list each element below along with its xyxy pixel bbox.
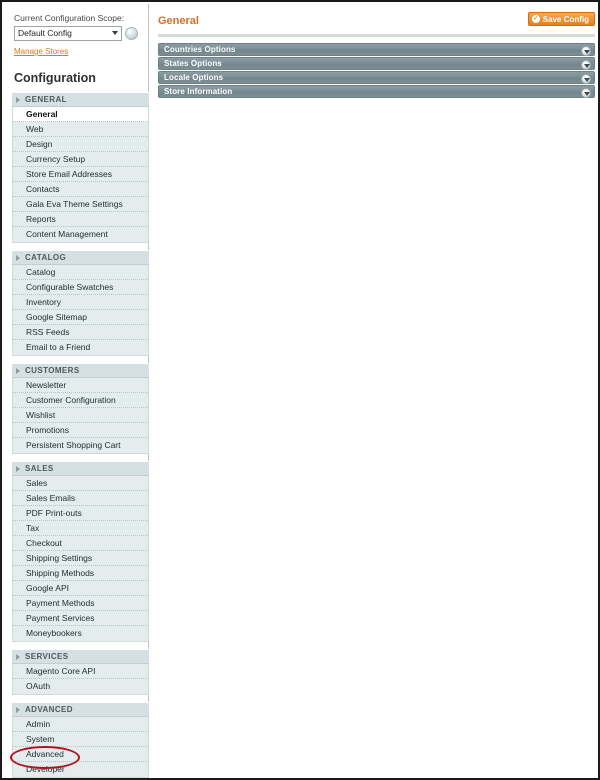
section-bar-locale-options[interactable]: Locale Options bbox=[158, 71, 595, 84]
sidebar-item-wishlist[interactable]: Wishlist bbox=[13, 408, 148, 423]
config-section-list: Countries Options States Options Locale Op… bbox=[158, 43, 595, 98]
sidebar-item-developer[interactable]: Developer bbox=[13, 762, 148, 777]
sidebar-item-customer-configuration[interactable]: Customer Configuration bbox=[13, 393, 148, 408]
sidebar-item-payment-methods[interactable]: Payment Methods bbox=[13, 596, 148, 611]
nav-item-list: Sales Sales Emails PDF Print-outs Tax Checko… bbox=[12, 476, 149, 642]
nav-section-sales[interactable]: SALES bbox=[12, 461, 149, 476]
nav-section-label: GENERAL bbox=[25, 95, 67, 104]
scope-select-value: Default Config bbox=[18, 28, 72, 38]
sidebar-item-content-management[interactable]: Content Management bbox=[13, 227, 148, 242]
nav-section-general[interactable]: GENERAL bbox=[12, 92, 149, 107]
chevron-down-icon[interactable] bbox=[581, 59, 591, 70]
sidebar-item-moneybookers[interactable]: Moneybookers bbox=[13, 626, 148, 641]
section-bar-label: Locale Options bbox=[164, 73, 224, 82]
sidebar-item-promotions[interactable]: Promotions bbox=[13, 423, 148, 438]
sidebar-item-shipping-settings[interactable]: Shipping Settings bbox=[13, 551, 148, 566]
sidebar-item-oauth[interactable]: OAuth bbox=[13, 679, 148, 694]
chevron-down-icon[interactable] bbox=[581, 87, 591, 98]
triangle-right-icon bbox=[16, 96, 20, 103]
nav-section-advanced[interactable]: ADVANCED bbox=[12, 702, 149, 717]
page-heading-configuration: Configuration bbox=[14, 71, 96, 85]
nav-section-services[interactable]: SERVICES bbox=[12, 649, 149, 664]
chevron-down-icon[interactable] bbox=[581, 45, 591, 56]
help-globe-icon[interactable] bbox=[125, 27, 138, 40]
triangle-right-icon bbox=[16, 465, 20, 472]
save-config-button[interactable]: ✓ Save Config bbox=[527, 12, 595, 26]
section-bar-label: States Options bbox=[164, 59, 222, 68]
sidebar-item-shipping-methods[interactable]: Shipping Methods bbox=[13, 566, 148, 581]
triangle-right-icon bbox=[16, 653, 20, 660]
sidebar-item-design[interactable]: Design bbox=[13, 137, 148, 152]
app-window: Current Configuration Scope: Default Con… bbox=[0, 0, 600, 780]
scope-label: Current Configuration Scope: bbox=[14, 13, 125, 23]
sidebar-item-gala-eva-theme-settings[interactable]: Gala Eva Theme Settings bbox=[13, 197, 148, 212]
section-bar-label: Store Information bbox=[164, 87, 233, 96]
sidebar-item-pdf-print-outs[interactable]: PDF Print-outs bbox=[13, 506, 148, 521]
sidebar-item-admin[interactable]: Admin bbox=[13, 717, 148, 732]
sidebar-item-payment-services[interactable]: Payment Services bbox=[13, 611, 148, 626]
sidebar-item-advanced[interactable]: Advanced bbox=[13, 747, 148, 762]
scope-row: Default Config bbox=[14, 26, 142, 41]
nav-item-list: General Web Design Currency Setup Store Emai… bbox=[12, 107, 149, 243]
sidebar-item-sales[interactable]: Sales bbox=[13, 476, 148, 491]
sidebar-item-rss-feeds[interactable]: RSS Feeds bbox=[13, 325, 148, 340]
triangle-right-icon bbox=[16, 254, 20, 261]
triangle-right-icon bbox=[16, 367, 20, 374]
manage-stores-link[interactable]: Manage Stores bbox=[14, 47, 68, 56]
sidebar-item-inventory[interactable]: Inventory bbox=[13, 295, 148, 310]
nav-section-label: CATALOG bbox=[25, 253, 67, 262]
nav-item-list: Newsletter Customer Configuration Wishlist… bbox=[12, 378, 149, 454]
sidebar-item-currency-setup[interactable]: Currency Setup bbox=[13, 152, 148, 167]
nav-section-label: SERVICES bbox=[25, 652, 69, 661]
sidebar: Current Configuration Scope: Default Con… bbox=[4, 4, 149, 778]
nav-item-list: Magento Core API OAuth bbox=[12, 664, 149, 695]
sidebar-item-contacts[interactable]: Contacts bbox=[13, 182, 148, 197]
section-bar-states-options[interactable]: States Options bbox=[158, 57, 595, 70]
sidebar-item-checkout[interactable]: Checkout bbox=[13, 536, 148, 551]
configuration-scope-panel: Current Configuration Scope: Default Con… bbox=[14, 13, 142, 59]
sidebar-item-general[interactable]: General bbox=[13, 107, 148, 122]
sidebar-item-google-sitemap[interactable]: Google Sitemap bbox=[13, 310, 148, 325]
sidebar-item-google-api[interactable]: Google API bbox=[13, 581, 148, 596]
sidebar-item-configurable-swatches[interactable]: Configurable Swatches bbox=[13, 280, 148, 295]
nav-section-customers[interactable]: CUSTOMERS bbox=[12, 363, 149, 378]
section-bar-store-information[interactable]: Store Information bbox=[158, 85, 595, 98]
nav-section-label: CUSTOMERS bbox=[25, 366, 80, 375]
chevron-down-icon bbox=[112, 31, 118, 35]
sidebar-item-tax[interactable]: Tax bbox=[13, 521, 148, 536]
sidebar-item-system[interactable]: System bbox=[13, 732, 148, 747]
nav-item-list: Admin System Advanced Developer bbox=[12, 717, 149, 778]
config-nav: GENERAL General Web Design Currency Setup Sto… bbox=[12, 92, 149, 778]
sidebar-item-newsletter[interactable]: Newsletter bbox=[13, 378, 148, 393]
sidebar-item-sales-emails[interactable]: Sales Emails bbox=[13, 491, 148, 506]
triangle-right-icon bbox=[16, 706, 20, 713]
nav-item-list: Catalog Configurable Swatches Inventory Goo… bbox=[12, 265, 149, 356]
section-bar-label: Countries Options bbox=[164, 45, 236, 54]
nav-section-label: SALES bbox=[25, 464, 54, 473]
section-bar-countries-options[interactable]: Countries Options bbox=[158, 43, 595, 56]
sidebar-item-reports[interactable]: Reports bbox=[13, 212, 148, 227]
check-circle-icon: ✓ bbox=[531, 15, 540, 23]
sidebar-item-catalog[interactable]: Catalog bbox=[13, 265, 148, 280]
sidebar-item-email-to-a-friend[interactable]: Email to a Friend bbox=[13, 340, 148, 355]
sidebar-item-web[interactable]: Web bbox=[13, 122, 148, 137]
nav-section-label: ADVANCED bbox=[25, 705, 73, 714]
sidebar-item-persistent-shopping-cart[interactable]: Persistent Shopping Cart bbox=[13, 438, 148, 453]
scope-select[interactable]: Default Config bbox=[14, 26, 122, 41]
main-content: General ✓ Save Config Countries Options S… bbox=[150, 4, 598, 778]
sidebar-item-store-email-addresses[interactable]: Store Email Addresses bbox=[13, 167, 148, 182]
save-config-label: Save Config bbox=[542, 14, 589, 24]
chevron-down-icon[interactable] bbox=[581, 73, 591, 84]
sidebar-item-magento-core-api[interactable]: Magento Core API bbox=[13, 664, 148, 679]
content-header: General ✓ Save Config bbox=[158, 12, 595, 37]
nav-section-catalog[interactable]: CATALOG bbox=[12, 250, 149, 265]
